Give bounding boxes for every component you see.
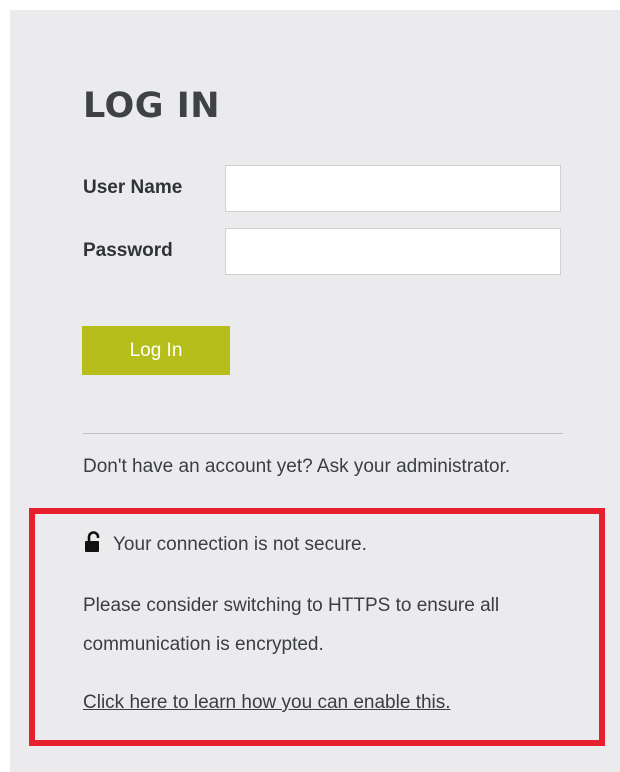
username-input[interactable] bbox=[225, 165, 561, 212]
username-label: User Name bbox=[83, 177, 183, 198]
https-advice-text: Please consider switching to HTTPS to en… bbox=[83, 595, 500, 655]
learn-more-link[interactable]: Click here to learn how you can enable t… bbox=[83, 691, 451, 715]
insecure-connection-text: Your connection is not secure. bbox=[113, 534, 367, 555]
password-label: Password bbox=[83, 240, 173, 261]
account-note: Don't have an account yet? Ask your admi… bbox=[83, 456, 511, 477]
login-button[interactable]: Log In bbox=[82, 326, 230, 375]
insecure-connection-notice: Your connection is not secure. bbox=[83, 531, 367, 560]
unlocked-padlock-icon bbox=[83, 531, 103, 560]
divider bbox=[83, 433, 563, 434]
page-title: LOG IN bbox=[83, 86, 221, 126]
password-input[interactable] bbox=[225, 228, 561, 275]
